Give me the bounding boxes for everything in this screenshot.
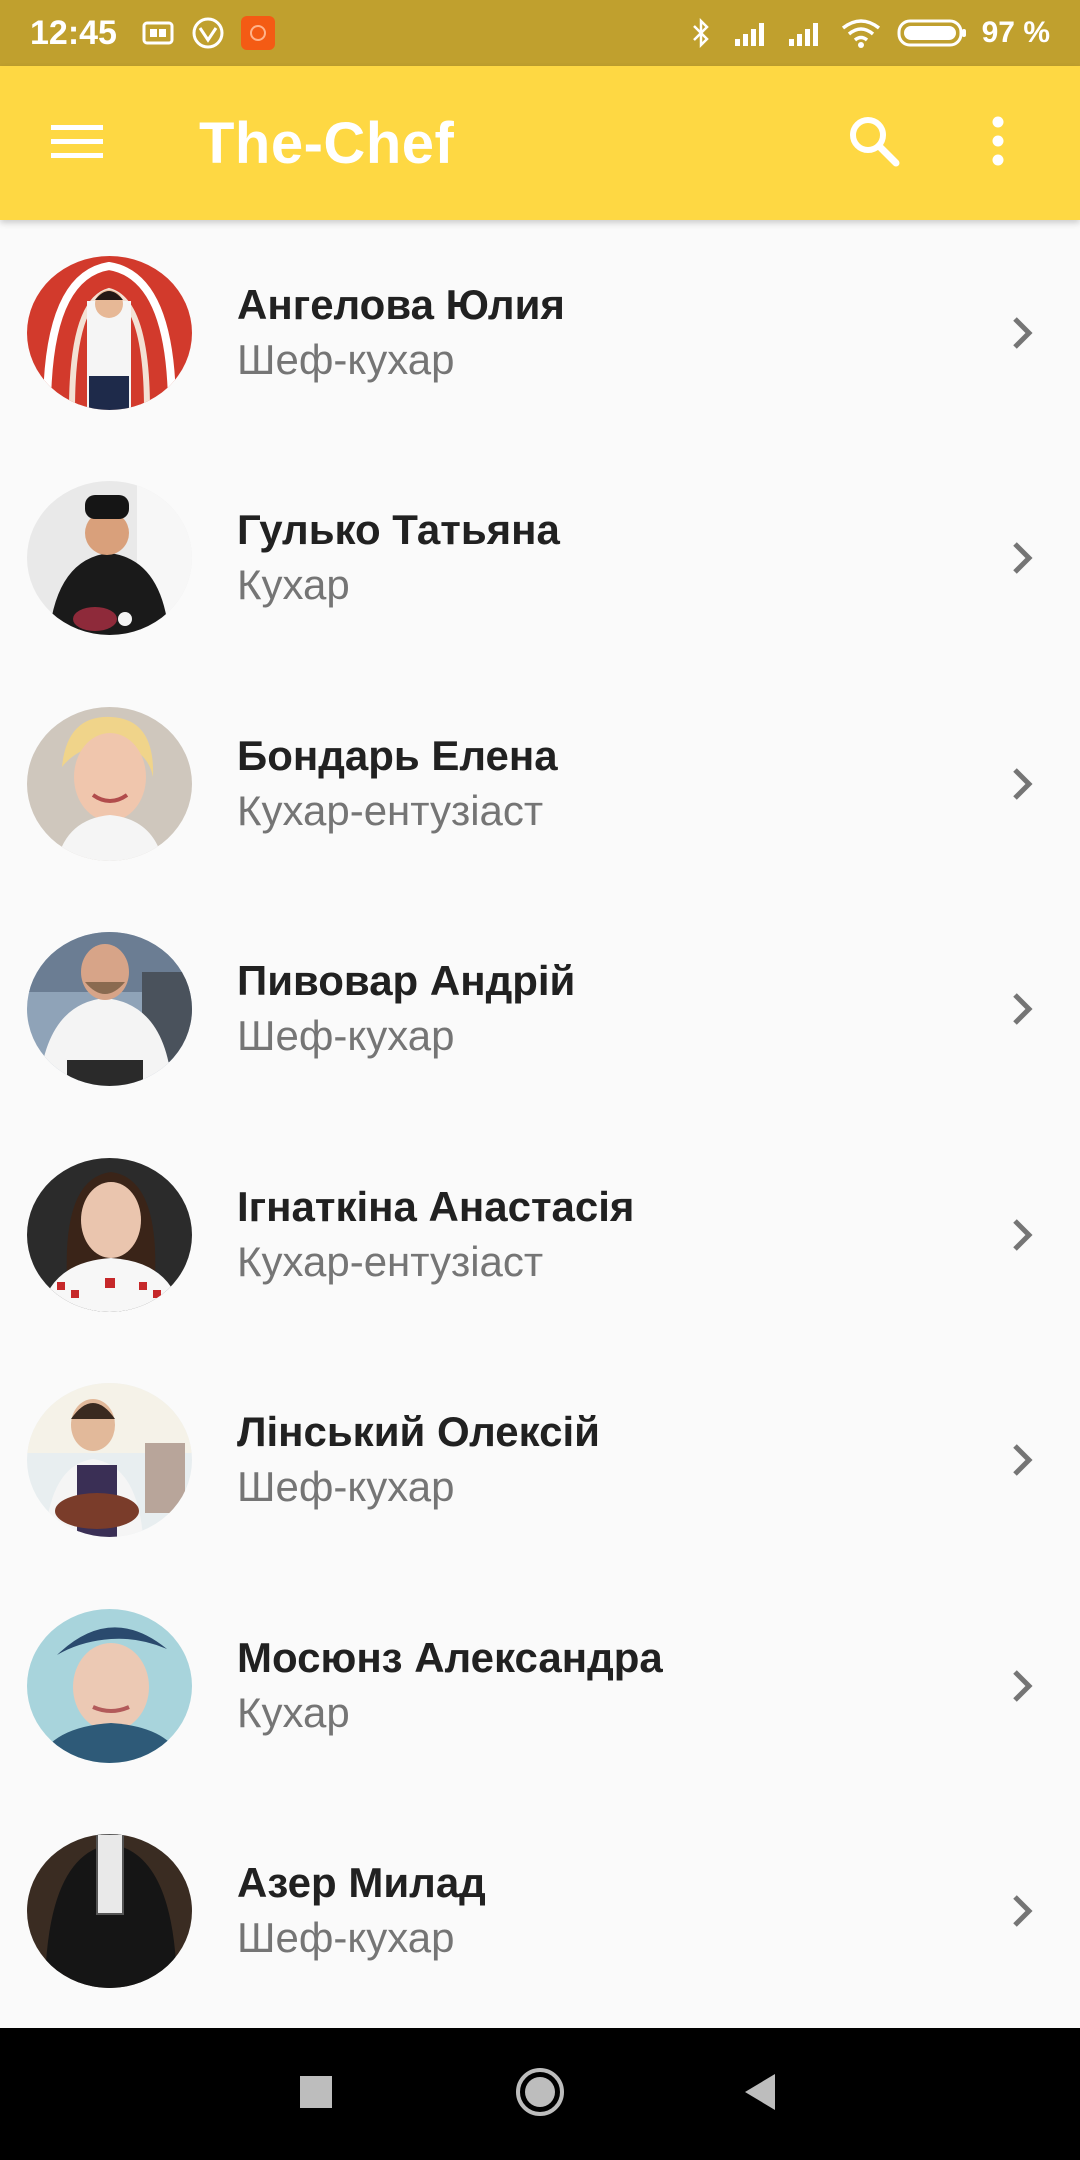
- avatar: [27, 1157, 192, 1312]
- item-text: Ангелова Юлия Шеф-кухар: [237, 278, 565, 388]
- navigation-bar: [0, 2028, 1080, 2160]
- app-notification-icon: [240, 16, 275, 50]
- avatar: [27, 481, 192, 636]
- list-item[interactable]: Ангелова Юлия Шеф-кухар: [0, 220, 1080, 446]
- circle-home-icon: [514, 2066, 566, 2123]
- list-item[interactable]: Пивовар Андрій Шеф-кухар: [0, 897, 1080, 1123]
- app-bar: The-Chef: [0, 66, 1080, 220]
- list-item[interactable]: Бондарь Елена Кухар-ентузіаст: [0, 671, 1080, 897]
- list-item[interactable]: Лінський Олексій Шеф-кухар: [0, 1348, 1080, 1574]
- chef-role: Шеф-кухар: [237, 1914, 455, 1962]
- item-text: Ігнаткіна Анастасія Кухар-ентузіаст: [237, 1180, 634, 1290]
- list-item[interactable]: Гулько Татьяна Кухар: [0, 446, 1080, 672]
- chef-name: Мосюнз Александра: [237, 1633, 663, 1681]
- chef-name: Азер Милад: [237, 1859, 486, 1907]
- vpn-icon: [191, 17, 225, 49]
- chef-role: Шеф-кухар: [237, 1463, 455, 1511]
- avatar: [27, 1608, 192, 1763]
- avatar: [27, 932, 192, 1087]
- battery-icon: [896, 18, 968, 48]
- avatar: [27, 1834, 192, 1989]
- battery-percent: 97 %: [981, 16, 1050, 49]
- sim-card-icon: [141, 18, 175, 48]
- chef-role: Кухар: [237, 1688, 350, 1736]
- chef-role: Шеф-кухар: [237, 1012, 455, 1060]
- signal-icon: [732, 18, 772, 48]
- list-item[interactable]: Азер Милад Шеф-кухар: [0, 1799, 1080, 2025]
- item-text: Азер Милад Шеф-кухар: [237, 1856, 486, 1966]
- chef-name: Лінський Олексій: [237, 1408, 600, 1456]
- avatar: [27, 706, 192, 861]
- chevron-right-icon: [1002, 313, 1042, 353]
- square-recents-icon: [299, 2075, 333, 2114]
- chef-role: Шеф-кухар: [237, 335, 455, 383]
- search-button[interactable]: [830, 99, 918, 187]
- chevron-right-icon: [1002, 1215, 1042, 1255]
- chevron-right-icon: [1002, 989, 1042, 1029]
- chef-role: Кухар-ентузіаст: [237, 786, 544, 834]
- bluetooth-icon: [684, 17, 718, 49]
- search-icon: [847, 114, 901, 173]
- chef-name: Ігнаткіна Анастасія: [237, 1182, 635, 1230]
- chevron-right-icon: [1002, 764, 1042, 804]
- home-button[interactable]: [495, 2049, 585, 2139]
- app-title: The-Chef: [199, 110, 455, 176]
- item-text: Лінський Олексій Шеф-кухар: [237, 1405, 600, 1515]
- status-bar: 12:45 97 %: [0, 0, 1080, 66]
- chef-role: Кухар-ентузіаст: [237, 1237, 544, 1285]
- chevron-right-icon: [1002, 1440, 1042, 1480]
- chef-list: Ангелова Юлия Шеф-кухар Гулько Татьяна К…: [0, 220, 1080, 2028]
- avatar: [27, 1383, 192, 1538]
- menu-button[interactable]: [33, 99, 121, 187]
- signal-icon: [786, 18, 826, 48]
- hamburger-menu-icon: [51, 121, 103, 166]
- list-item[interactable]: Мосюнз Александра Кухар: [0, 1573, 1080, 1799]
- chef-name: Бондарь Елена: [237, 731, 558, 779]
- chevron-right-icon: [1002, 538, 1042, 578]
- chevron-right-icon: [1002, 1666, 1042, 1706]
- chef-role: Кухар: [237, 561, 350, 609]
- status-right-icons: 97 %: [684, 16, 1050, 50]
- item-text: Пивовар Андрій Шеф-кухар: [237, 954, 575, 1064]
- wifi-icon: [840, 18, 882, 48]
- list-item[interactable]: Ігнаткіна Анастасія Кухар-ентузіаст: [0, 1122, 1080, 1348]
- chef-name: Гулько Татьяна: [237, 506, 560, 554]
- chevron-right-icon: [1002, 1891, 1042, 1931]
- more-vert-icon: [990, 116, 1006, 171]
- chef-name: Пивовар Андрій: [237, 957, 576, 1005]
- status-left-icons: [141, 16, 275, 50]
- recents-button[interactable]: [271, 2049, 361, 2139]
- status-time: 12:45: [30, 13, 117, 52]
- overflow-menu-button[interactable]: [954, 99, 1042, 187]
- avatar: [27, 255, 192, 410]
- triangle-back-icon: [743, 2073, 777, 2116]
- back-button[interactable]: [715, 2049, 805, 2139]
- item-text: Мосюнз Александра Кухар: [237, 1631, 663, 1741]
- chef-name: Ангелова Юлия: [237, 280, 565, 328]
- item-text: Бондарь Елена Кухар-ентузіаст: [237, 729, 558, 839]
- item-text: Гулько Татьяна Кухар: [237, 503, 560, 613]
